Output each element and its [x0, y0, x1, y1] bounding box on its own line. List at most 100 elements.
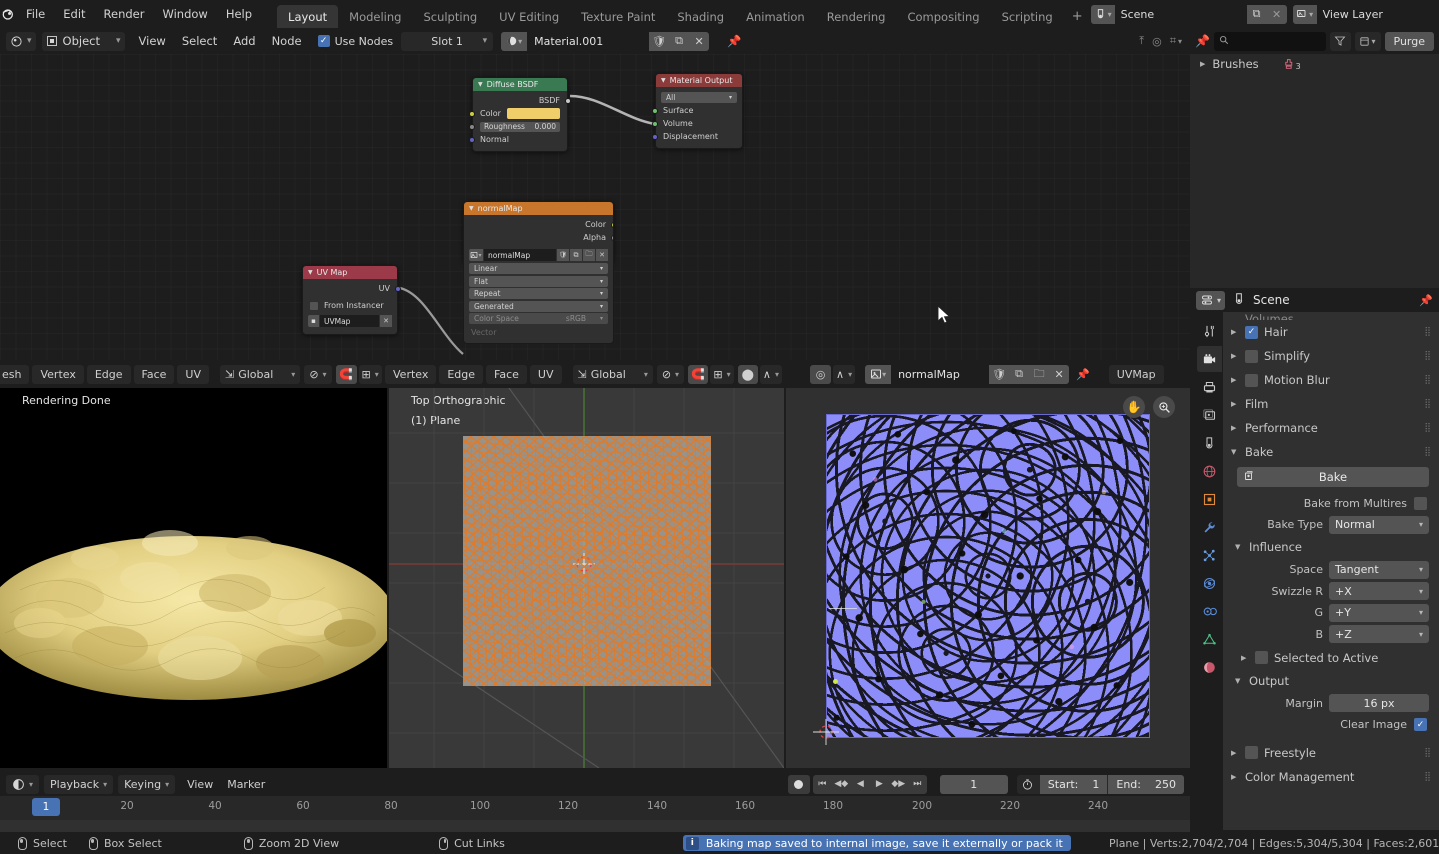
- node-input-vector[interactable]: Vector: [464, 326, 613, 339]
- section-performance[interactable]: ▶ Performance ⣿: [1223, 416, 1439, 440]
- scene-selector[interactable]: ▾ Scene ⧉ ✕: [1090, 4, 1287, 24]
- end-frame-field[interactable]: End: 250: [1108, 774, 1184, 794]
- uvmap-layer-button[interactable]: UVMap: [1108, 364, 1164, 384]
- menu-window[interactable]: Window: [153, 4, 216, 24]
- scene-name-field[interactable]: Scene: [1114, 4, 1247, 24]
- tab-layout[interactable]: Layout: [277, 5, 339, 30]
- section-simplify[interactable]: ▶ Simplify ⣿: [1223, 344, 1439, 368]
- target-select[interactable]: All ▾: [661, 91, 737, 103]
- filter-funnel-icon[interactable]: [1329, 31, 1351, 51]
- mesh-snap-to-selector[interactable]: ⊞ ▾: [710, 364, 734, 384]
- uv-pin-icon[interactable]: 📌: [1069, 366, 1097, 383]
- extension-select[interactable]: Repeat ▾: [469, 288, 608, 299]
- collapse-triangle-icon[interactable]: ▼: [469, 205, 474, 212]
- mesh-snap-magnet-icon[interactable]: 🧲: [688, 364, 709, 384]
- auto-key-icon[interactable]: [1017, 775, 1039, 794]
- triangle-right-icon[interactable]: ▶: [1231, 352, 1239, 360]
- play-icon[interactable]: ▶: [870, 775, 889, 794]
- swizzle-g-select[interactable]: +Y ▾: [1329, 603, 1429, 622]
- section-bake[interactable]: ▼ Bake ⣿: [1223, 440, 1439, 464]
- open-image-icon[interactable]: 🗀: [1029, 364, 1050, 384]
- color-space-select[interactable]: Color Space sRGB ▾: [469, 313, 608, 324]
- image-datablock-row[interactable]: ▾ normalMap 🛡 ⧉ 🗀 ✕: [464, 249, 613, 261]
- section-film[interactable]: ▶ Film ⣿: [1223, 392, 1439, 416]
- tab-compositing[interactable]: Compositing: [896, 5, 990, 30]
- swizzle-g-row[interactable]: G +Y ▾: [1223, 603, 1429, 623]
- transform-orientation-selector[interactable]: ⇲ Global ▾: [219, 364, 301, 384]
- swizzle-r-select[interactable]: +X ▾: [1329, 582, 1429, 600]
- timeline-menu-keying[interactable]: Keying ▾: [118, 774, 176, 794]
- margin-field[interactable]: 16 px: [1329, 694, 1429, 712]
- node-input-surface[interactable]: Surface: [652, 104, 742, 117]
- start-frame-field[interactable]: Start: 1: [1039, 774, 1108, 794]
- subsection-influence[interactable]: ▼ Influence: [1223, 536, 1439, 558]
- source-select[interactable]: Generated ▾: [469, 300, 608, 312]
- swizzle-r-row[interactable]: Swizzle R +X ▾: [1223, 581, 1429, 601]
- add-workspace-button[interactable]: +: [1064, 5, 1091, 28]
- tab-constraints[interactable]: [1197, 598, 1222, 624]
- drag-dots-icon[interactable]: ⣿: [1424, 327, 1431, 337]
- tab-world[interactable]: [1197, 458, 1222, 484]
- clear-uvmap-icon[interactable]: ✕: [380, 315, 392, 327]
- menu-file[interactable]: File: [17, 4, 54, 24]
- snap-to-selector[interactable]: ⊞ ▾: [358, 364, 382, 384]
- uv-data-icon[interactable]: ▪: [308, 315, 319, 327]
- color-swatch[interactable]: [506, 108, 560, 119]
- mode-btn-vertex[interactable]: Vertex: [32, 364, 84, 384]
- use-nodes-checkbox[interactable]: ✓: [317, 35, 330, 47]
- unlink-material-icon[interactable]: ✕: [689, 31, 710, 51]
- section-color-management[interactable]: ▶ Color Management ⣿: [1223, 765, 1439, 789]
- triangle-right-icon[interactable]: ▶: [1231, 773, 1239, 781]
- tab-sculpting[interactable]: Sculpting: [412, 5, 488, 30]
- from-instancer-row[interactable]: From Instancer: [303, 299, 397, 312]
- record-icon[interactable]: [787, 774, 810, 794]
- filter-settings-icon[interactable]: ▾: [1354, 31, 1381, 51]
- mode-btn-uv[interactable]: UV: [177, 364, 209, 384]
- node-input-roughness[interactable]: Roughness 0.000: [469, 120, 567, 133]
- unlink-image-icon[interactable]: ✕: [1049, 364, 1070, 384]
- menu-edit[interactable]: Edit: [54, 4, 94, 24]
- hand-pan-icon[interactable]: ✋: [1123, 396, 1145, 418]
- timeline-editor-type[interactable]: ▾: [6, 774, 40, 794]
- uv-map-node[interactable]: ▼ UV Map UV From Instancer ▪ UVMap ✕: [302, 265, 401, 335]
- node-menu-select[interactable]: Select: [174, 32, 225, 50]
- new-image-icon[interactable]: ⧉: [570, 249, 582, 261]
- outliner-search-input[interactable]: [1213, 31, 1326, 51]
- chevron-down-icon[interactable]: ▾: [1178, 37, 1182, 46]
- image-data-icon[interactable]: ▾: [865, 364, 892, 384]
- timeline-body[interactable]: [0, 820, 1190, 832]
- view-layer-icon[interactable]: ▾: [1292, 4, 1317, 24]
- mesh-transform-orientation-selector[interactable]: ⇲ Global ▾: [572, 364, 653, 384]
- render-result-viewport[interactable]: Rendering Done: [0, 388, 387, 768]
- node-header-uvmap[interactable]: ▼ UV Map: [303, 266, 397, 279]
- clear-image-checkbox[interactable]: ✓: [1414, 718, 1427, 731]
- section-hair[interactable]: ▶ ✓ Hair ⣿: [1223, 320, 1439, 344]
- subsection-output[interactable]: ▼ Output: [1223, 670, 1439, 692]
- drag-dots-icon[interactable]: ⣿: [1424, 772, 1431, 782]
- tab-animation[interactable]: Animation: [735, 5, 816, 30]
- uvmap-field-row[interactable]: ▪ UVMap ✕: [303, 315, 397, 327]
- mesh-mode-btn-uv[interactable]: UV: [529, 364, 562, 384]
- play-reverse-icon[interactable]: ◀: [851, 775, 870, 794]
- timeline-ruler[interactable]: 1 20 40 60 80 100 120 140 160 180 200 22…: [0, 796, 1190, 820]
- drag-dots-icon[interactable]: ⣿: [1424, 423, 1431, 433]
- tab-shading[interactable]: Shading: [666, 5, 735, 30]
- fake-user-icon[interactable]: 🛡: [989, 364, 1010, 384]
- timeline-menu-playback[interactable]: Playback ▾: [44, 774, 114, 794]
- collapse-triangle-icon[interactable]: ▼: [478, 81, 483, 88]
- new-image-icon[interactable]: ⧉: [1009, 364, 1030, 384]
- tab-physics[interactable]: [1197, 570, 1222, 596]
- triangle-right-icon[interactable]: ▶: [1241, 654, 1249, 662]
- freestyle-checkbox[interactable]: [1245, 746, 1258, 759]
- jump-end-icon[interactable]: ⏭: [908, 775, 927, 794]
- snap-grid-icon[interactable]: ⌗: [1170, 34, 1176, 48]
- uvmap-name-field[interactable]: UVMap: [320, 315, 379, 327]
- shader-type-selector[interactable]: Object ▾: [41, 31, 125, 51]
- outliner-pin-icon[interactable]: 📌: [1195, 34, 1210, 48]
- fake-user-icon[interactable]: 🛡: [649, 31, 670, 51]
- triangle-down-icon[interactable]: ▼: [1235, 543, 1243, 551]
- triangle-right-icon[interactable]: ▶: [1231, 424, 1239, 432]
- purge-button[interactable]: Purge: [1384, 31, 1434, 51]
- collapse-triangle-icon[interactable]: ▼: [661, 77, 666, 84]
- mesh-edit-viewport[interactable]: Top Orthographic (1) Plane: [389, 388, 784, 768]
